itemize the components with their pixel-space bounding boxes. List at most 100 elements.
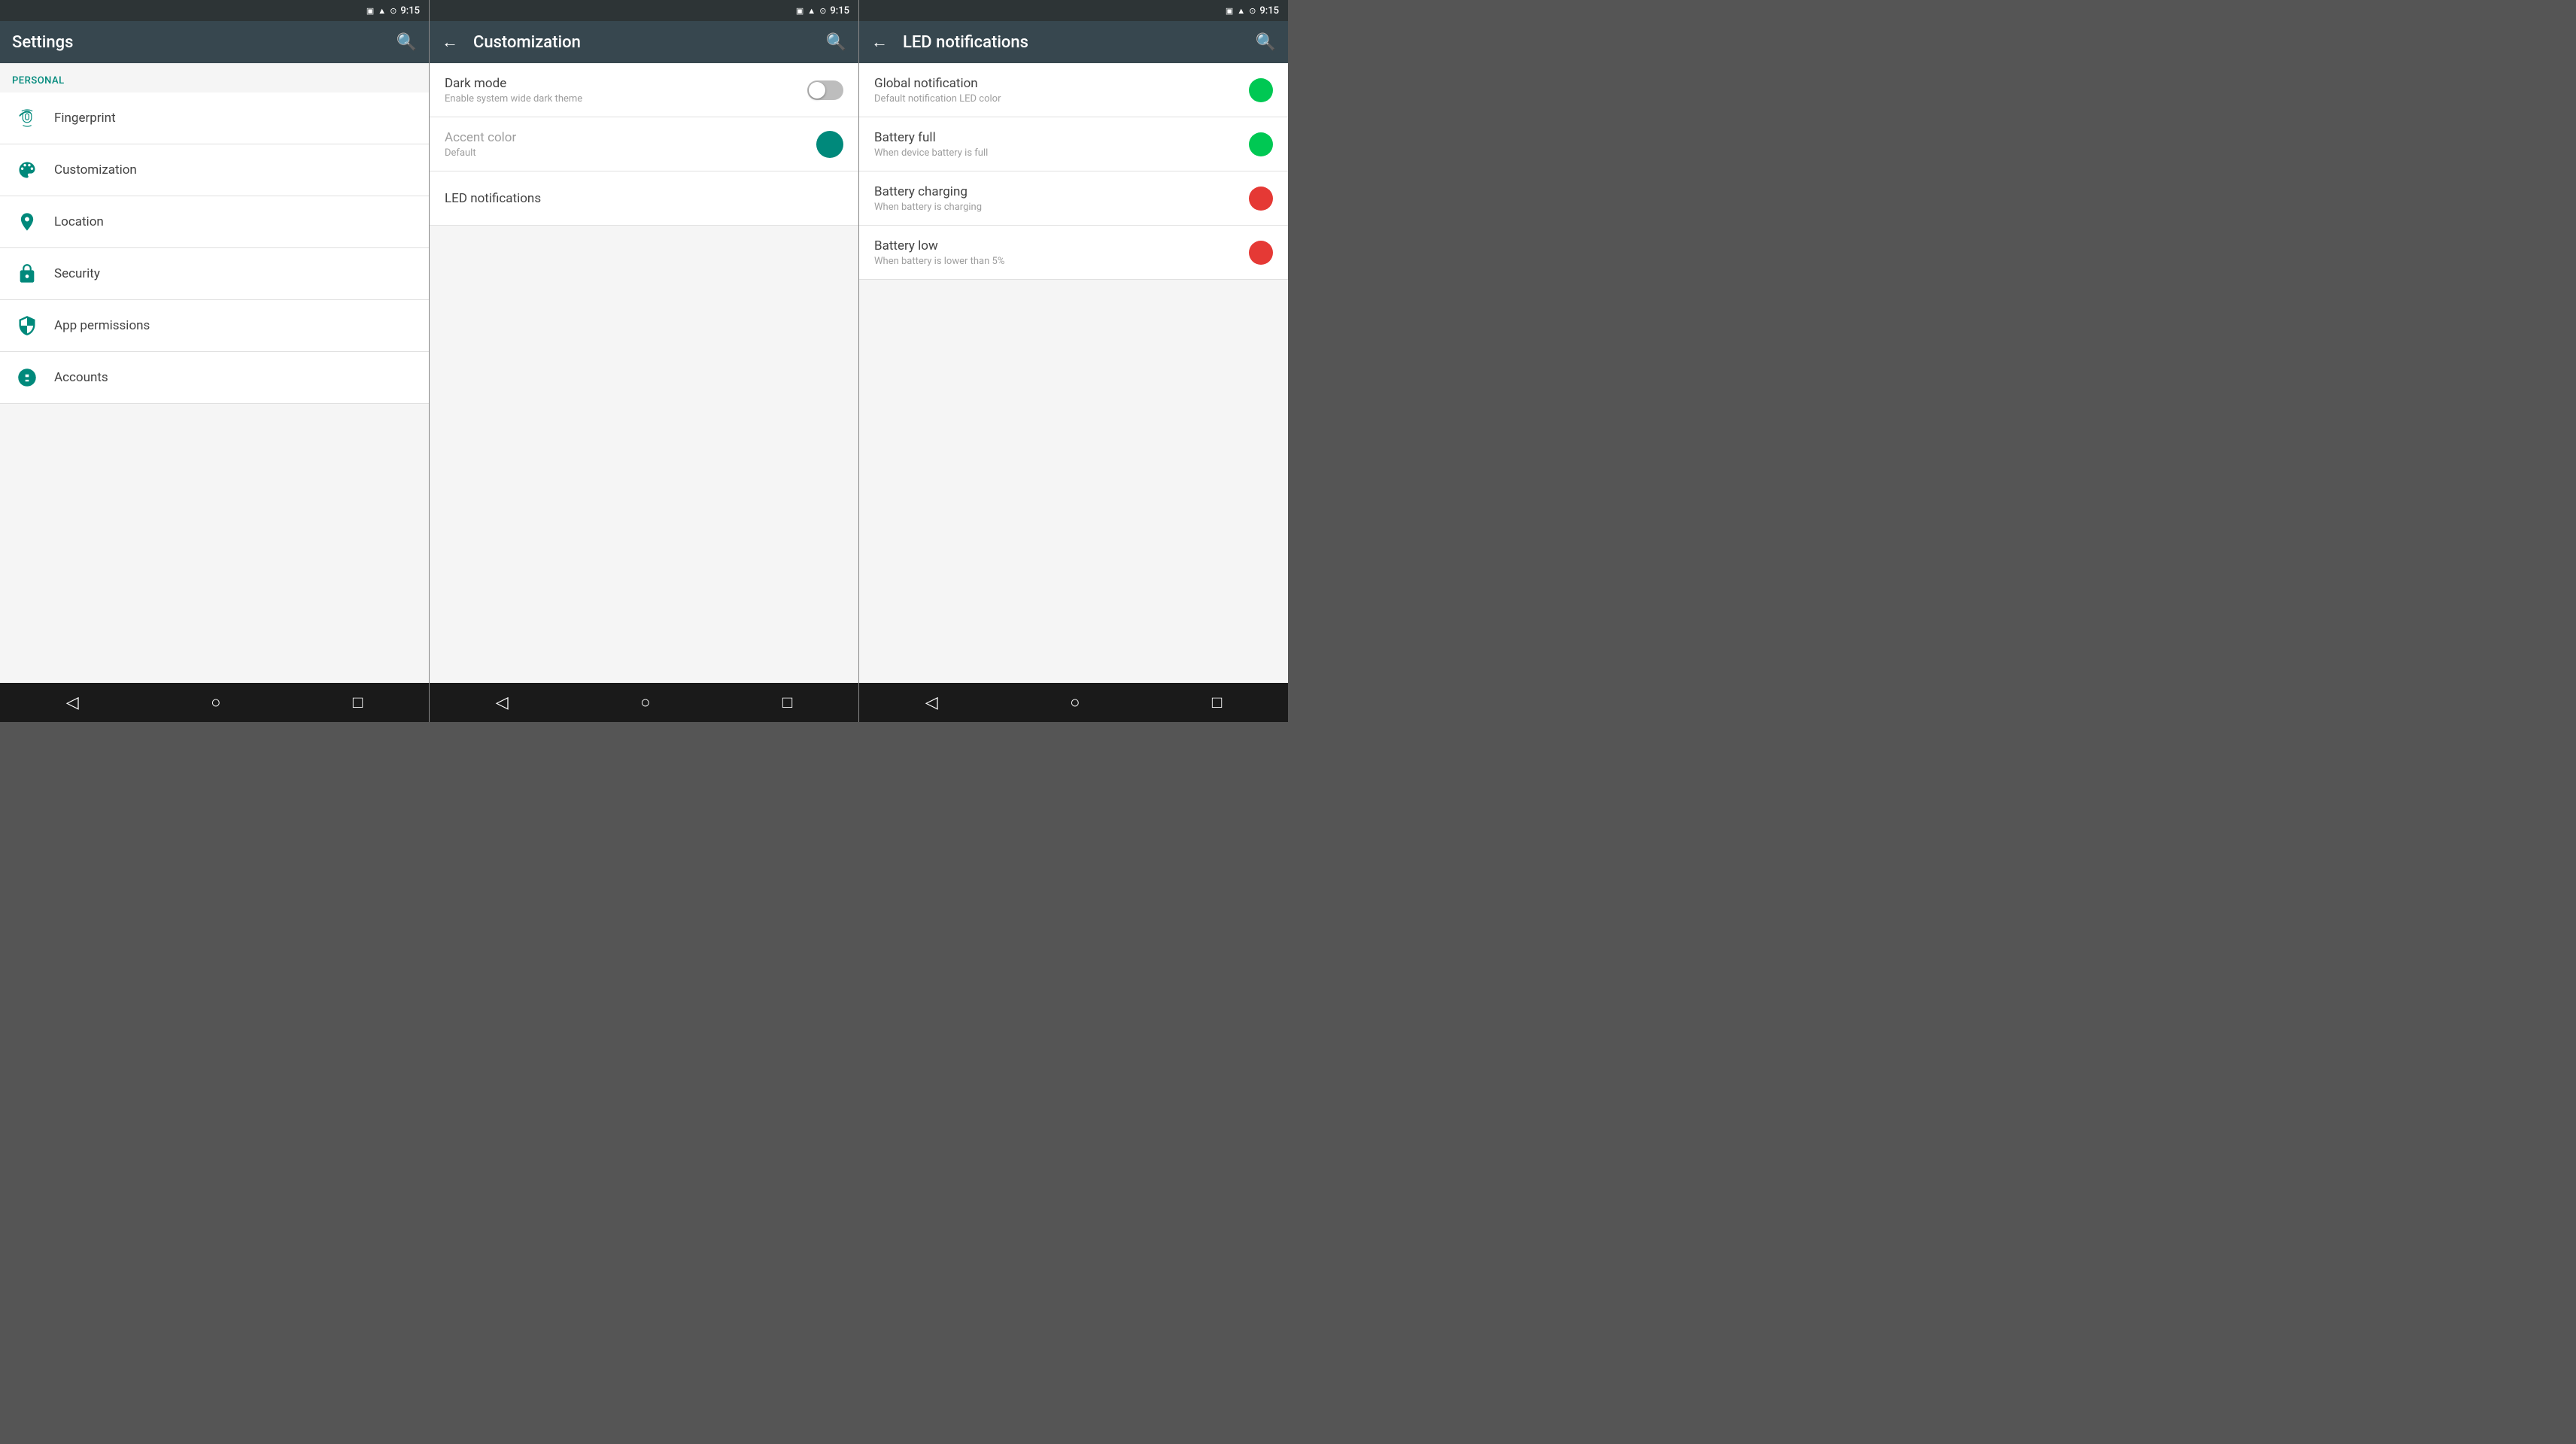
sidebar-item-accounts[interactable]: Accounts <box>0 352 429 404</box>
battery-low-title: Battery low <box>874 238 1004 253</box>
location-label: Location <box>54 214 104 229</box>
back-button-3[interactable]: ← <box>871 32 888 52</box>
led-notifications-row[interactable]: LED notifications <box>430 171 858 226</box>
sidebar-item-security[interactable]: Security <box>0 248 429 300</box>
accounts-label: Accounts <box>54 370 108 385</box>
led-content: Global notification Default notification… <box>859 63 1288 683</box>
customization-title: Customization <box>473 33 817 52</box>
sidebar-item-location[interactable]: Location <box>0 196 429 248</box>
led-title: LED notifications <box>903 33 1247 52</box>
battery-low-info: Battery low When battery is lower than 5… <box>874 238 1004 267</box>
nav-bar-3: ◁ ○ □ <box>859 683 1288 722</box>
global-notification-info: Global notification Default notification… <box>874 76 1001 105</box>
top-bar-3: ← LED notifications 🔍 <box>859 21 1288 63</box>
global-notification-subtitle: Default notification LED color <box>874 93 1001 105</box>
dark-mode-title: Dark mode <box>445 76 582 91</box>
customization-content: Dark mode Enable system wide dark theme … <box>430 63 858 683</box>
led-notifications-info: LED notifications <box>445 191 541 206</box>
battery-charging-title: Battery charging <box>874 184 982 199</box>
settings-content: Personal Fingerprint Customization <box>0 63 429 683</box>
dark-mode-info: Dark mode Enable system wide dark theme <box>445 76 582 105</box>
toggle-knob-dark <box>809 82 825 99</box>
search-icon-3[interactable]: 🔍 <box>1256 33 1276 52</box>
nav-bar-1: ◁ ○ □ <box>0 683 429 722</box>
battery-charging-dot <box>1249 187 1273 211</box>
customization-icon <box>12 155 42 185</box>
nav-bar-2: ◁ ○ □ <box>430 683 858 722</box>
back-nav-2[interactable]: ◁ <box>481 687 524 718</box>
battery-full-dot <box>1249 132 1273 156</box>
back-nav-3[interactable]: ◁ <box>910 687 953 718</box>
accent-color-info: Accent color Default <box>445 130 516 159</box>
settings-screen: ▣ ▲ ⊙ 9:15 Settings 🔍 Personal Fingerpri… <box>0 0 429 722</box>
status-bar-1: ▣ ▲ ⊙ 9:15 <box>0 0 429 21</box>
battery-full-info: Battery full When device battery is full <box>874 130 988 159</box>
search-icon-1[interactable]: 🔍 <box>396 33 417 52</box>
accent-color-title: Accent color <box>445 130 516 145</box>
settings-title: Settings <box>12 33 387 52</box>
status-time-2: 9:15 <box>830 5 849 17</box>
dark-mode-toggle[interactable] <box>807 80 843 100</box>
battery-icon-2: ⊙ <box>819 6 826 16</box>
led-row-battery-low[interactable]: Battery low When battery is lower than 5… <box>859 226 1288 280</box>
back-button-2[interactable]: ← <box>442 32 458 52</box>
global-notification-title: Global notification <box>874 76 1001 91</box>
recent-nav-2[interactable]: □ <box>767 687 807 718</box>
led-row-battery-full[interactable]: Battery full When device battery is full <box>859 117 1288 171</box>
security-label: Security <box>54 266 100 281</box>
global-notification-dot <box>1249 78 1273 102</box>
section-personal: Personal <box>0 63 429 93</box>
location-icon <box>12 207 42 237</box>
battery-low-dot <box>1249 241 1273 265</box>
accent-color-dot <box>816 131 843 158</box>
customization-label: Customization <box>54 162 137 177</box>
status-icons-2: ▣ ▲ ⊙ 9:15 <box>796 5 849 17</box>
led-screen: ▣ ▲ ⊙ 9:15 ← LED notifications 🔍 Global … <box>858 0 1288 722</box>
accounts-icon <box>12 363 42 393</box>
status-icons-1: ▣ ▲ ⊙ 9:15 <box>366 5 420 17</box>
back-nav-1[interactable]: ◁ <box>51 687 94 718</box>
fingerprint-label: Fingerprint <box>54 111 116 126</box>
led-notifications-title: LED notifications <box>445 191 541 206</box>
sidebar-item-app-permissions[interactable]: App permissions <box>0 300 429 352</box>
battery-icon-3: ⊙ <box>1249 6 1256 16</box>
security-icon <box>12 259 42 289</box>
app-permissions-label: App permissions <box>54 318 150 333</box>
battery-full-subtitle: When device battery is full <box>874 147 988 159</box>
sidebar-item-customization[interactable]: Customization <box>0 144 429 196</box>
search-icon-2[interactable]: 🔍 <box>826 33 846 52</box>
status-time-3: 9:15 <box>1259 5 1279 17</box>
accent-color-subtitle: Default <box>445 147 516 159</box>
vibrate-icon-3: ▣ <box>1226 6 1233 16</box>
signal-icon-2: ▲ <box>807 6 816 16</box>
vibrate-icon-2: ▣ <box>796 6 803 16</box>
led-row-battery-charging[interactable]: Battery charging When battery is chargin… <box>859 171 1288 226</box>
recent-nav-3[interactable]: □ <box>1197 687 1237 718</box>
status-icons-3: ▣ ▲ ⊙ 9:15 <box>1226 5 1279 17</box>
battery-charging-subtitle: When battery is charging <box>874 202 982 213</box>
customization-screen: ▣ ▲ ⊙ 9:15 ← Customization 🔍 Dark mode E… <box>429 0 858 722</box>
vibrate-icon: ▣ <box>366 6 374 16</box>
home-nav-3[interactable]: ○ <box>1055 687 1095 718</box>
recent-nav-1[interactable]: □ <box>338 687 378 718</box>
status-bar-3: ▣ ▲ ⊙ 9:15 <box>859 0 1288 21</box>
shield-icon <box>12 311 42 341</box>
status-bar-2: ▣ ▲ ⊙ 9:15 <box>430 0 858 21</box>
top-bar-1: Settings 🔍 <box>0 21 429 63</box>
home-nav-2[interactable]: ○ <box>625 687 665 718</box>
status-time-1: 9:15 <box>400 5 420 17</box>
signal-icon-3: ▲ <box>1237 6 1245 16</box>
home-nav-1[interactable]: ○ <box>196 687 235 718</box>
dark-mode-row[interactable]: Dark mode Enable system wide dark theme <box>430 63 858 117</box>
battery-low-subtitle: When battery is lower than 5% <box>874 256 1004 267</box>
dark-mode-subtitle: Enable system wide dark theme <box>445 93 582 105</box>
fingerprint-icon <box>12 103 42 133</box>
led-row-global[interactable]: Global notification Default notification… <box>859 63 1288 117</box>
battery-icon: ⊙ <box>390 6 396 16</box>
signal-icon: ▲ <box>378 6 386 16</box>
battery-charging-info: Battery charging When battery is chargin… <box>874 184 982 213</box>
sidebar-item-fingerprint[interactable]: Fingerprint <box>0 93 429 144</box>
battery-full-title: Battery full <box>874 130 988 145</box>
top-bar-2: ← Customization 🔍 <box>430 21 858 63</box>
accent-color-row[interactable]: Accent color Default <box>430 117 858 171</box>
